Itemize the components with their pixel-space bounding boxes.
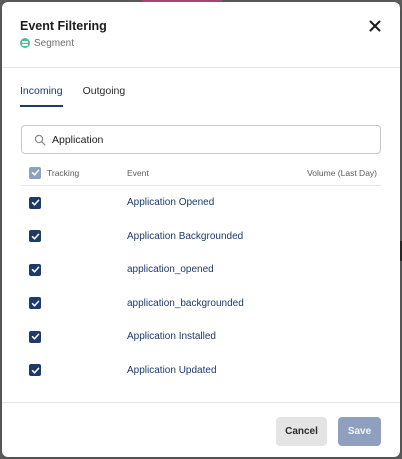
table-row: application_opened	[21, 253, 381, 287]
table-row: Application Installed	[21, 320, 381, 354]
modal-title: Event Filtering	[20, 19, 107, 33]
source-name: Segment	[34, 37, 75, 49]
select-all-checkbox[interactable]	[29, 166, 41, 179]
event-name: Application Backgrounded	[127, 230, 244, 242]
save-button[interactable]: Save	[338, 417, 381, 446]
check-icon	[31, 199, 39, 206]
events-table: Tracking Event Volume (Last Day) Applica…	[21, 160, 381, 387]
tracking-checkbox[interactable]	[29, 297, 41, 310]
table-row: application_backgrounded	[21, 287, 381, 321]
table-row: Application Opened	[21, 186, 381, 220]
segment-icon	[20, 38, 30, 48]
search-box	[21, 125, 381, 154]
search-icon	[34, 134, 46, 145]
modal-footer: Cancel Save	[2, 402, 400, 457]
tab-outgoing[interactable]: Outgoing	[83, 85, 126, 107]
table-row: Application Updated	[21, 354, 381, 388]
header-event: Event	[127, 167, 149, 178]
tab-incoming[interactable]: Incoming	[20, 85, 63, 107]
table-header: Tracking Event Volume (Last Day)	[21, 160, 381, 186]
event-name: Application Updated	[127, 364, 217, 376]
direction-tabs: Incoming Outgoing	[20, 85, 125, 107]
event-name: Application Opened	[127, 197, 215, 209]
event-filtering-modal: Event Filtering Segment Incoming Outgoin…	[2, 2, 400, 457]
check-icon	[31, 233, 39, 240]
modal-header: Event Filtering Segment	[2, 2, 400, 68]
tracking-checkbox[interactable]	[29, 196, 41, 209]
tracking-checkbox[interactable]	[29, 230, 41, 243]
tracking-checkbox[interactable]	[29, 364, 41, 377]
check-icon	[31, 367, 39, 374]
tracking-checkbox[interactable]	[29, 330, 41, 343]
check-icon	[31, 169, 39, 176]
check-icon	[31, 266, 39, 273]
header-volume: Volume (Last Day)	[307, 167, 377, 178]
cancel-button[interactable]: Cancel	[276, 417, 327, 446]
table-row: Application Backgrounded	[21, 220, 381, 254]
check-icon	[31, 300, 39, 307]
event-name: application_backgrounded	[127, 297, 244, 309]
event-name: Application Installed	[127, 331, 216, 343]
search-input[interactable]	[52, 133, 352, 146]
tracking-checkbox[interactable]	[29, 263, 41, 276]
event-name: application_opened	[127, 264, 214, 276]
close-icon	[369, 20, 381, 32]
source-label: Segment	[20, 36, 74, 50]
header-tracking: Tracking	[47, 167, 80, 178]
close-button[interactable]	[366, 17, 384, 35]
check-icon	[31, 333, 39, 340]
